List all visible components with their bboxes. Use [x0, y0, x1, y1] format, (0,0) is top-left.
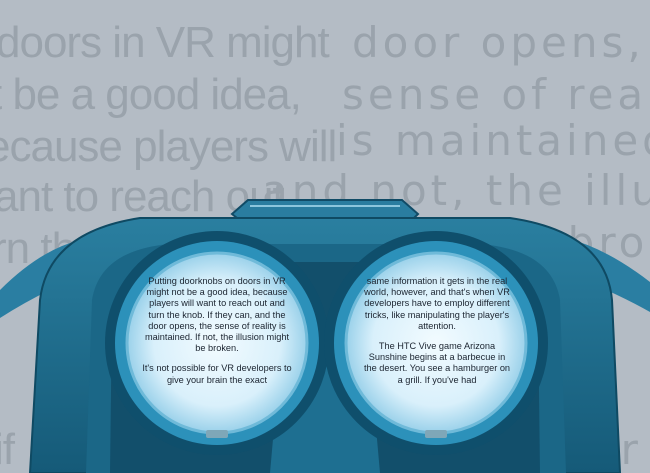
- right-lens-paragraph-2: The HTC Vive game Arizona Sunshine begin…: [363, 341, 511, 385]
- right-lens-text: same information it gets in the real wor…: [362, 276, 512, 395]
- left-lens-paragraph-1: Putting doorknobs on doors in VR might n…: [144, 276, 290, 354]
- right-lens-paragraph-1: same information it gets in the real wor…: [364, 276, 510, 331]
- vr-headset: [0, 199, 650, 473]
- left-lens-paragraph-2: It's not possible for VR developers to g…: [142, 363, 292, 385]
- left-lens-text: Putting doorknobs on doors in VR might n…: [142, 276, 292, 395]
- vr-headset-illustration: doors in VR might t be a good idea, ecau…: [0, 0, 650, 473]
